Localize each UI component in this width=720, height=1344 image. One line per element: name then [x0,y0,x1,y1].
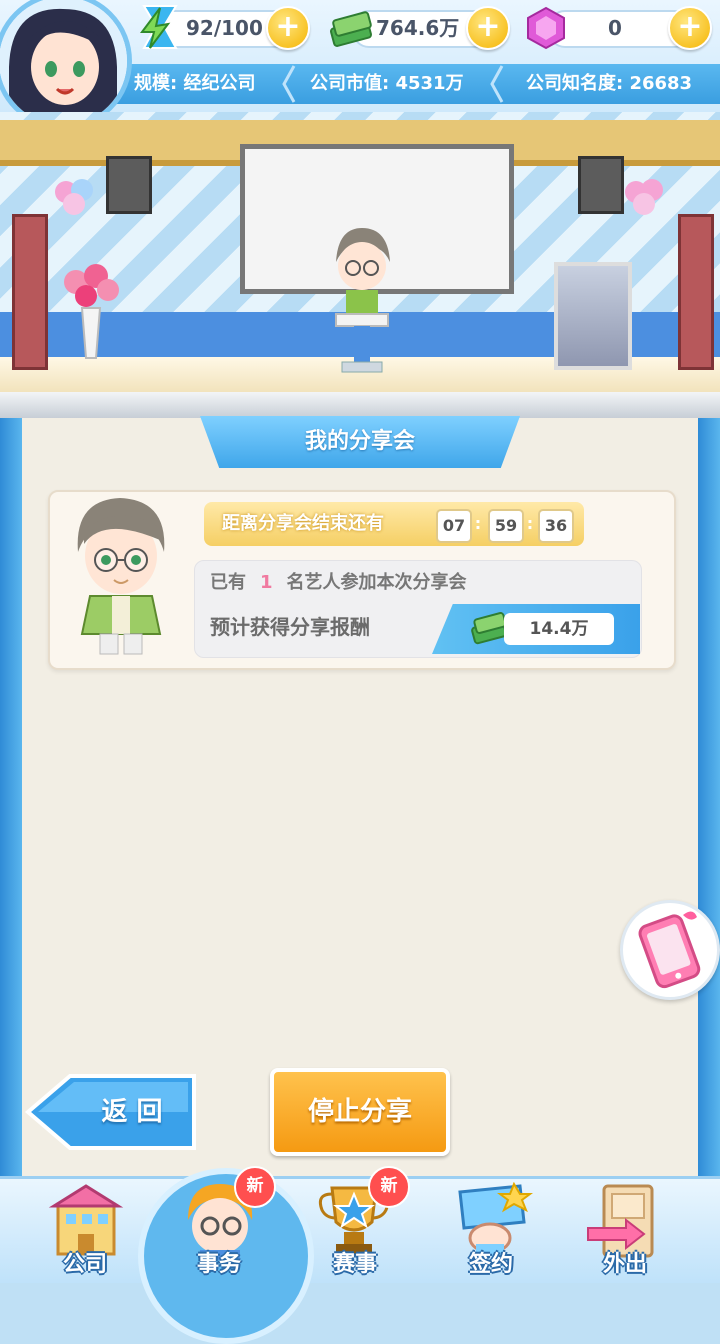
back-button-label: 返 回 [101,1097,163,1127]
energy-hourglass-icon [140,5,178,49]
host-character-portrait [77,498,165,655]
flower-vase-icon [64,264,119,359]
nav-label: 签约 [468,1252,513,1277]
countdown-label: 距离分享会结束还有 [222,513,384,534]
nav-item-affairs[interactable]: 新 事务 [164,1166,276,1280]
participants-suffix: 名艺人参加本次分享会 [286,572,467,593]
add-money-button[interactable]: + [466,6,510,50]
phone-button[interactable] [620,900,720,1000]
stage-scene [0,112,720,392]
nav-label: 外出 [602,1252,647,1277]
stat-divider [282,64,296,104]
nav-item-sign[interactable]: 签约 [436,1178,546,1280]
new-badge: 新 [368,1166,410,1208]
left-rail [0,418,22,1176]
right-rail [698,418,720,1176]
nav-label: 公司 [62,1252,107,1277]
nav-item-events[interactable]: 新 赛事 [300,1166,410,1280]
energy-value: 92/100 [186,16,263,40]
countdown-hours: 07 [436,509,472,543]
balloon-icon [625,179,663,215]
participants-line: 已有 1 名艺人参加本次分享会 [210,568,467,598]
nav-label: 事务 [196,1252,241,1277]
add-energy-button[interactable]: + [266,6,310,50]
time-colon: : [474,514,482,533]
reward-label: 预计获得分享报酬 [210,615,370,639]
gem-value: 0 [608,16,622,40]
new-badge: 新 [234,1166,276,1208]
stage-door [678,214,714,370]
nav-item-company[interactable]: 公司 [30,1178,140,1280]
reward-value: 14.4万 [504,613,614,645]
stage-door [12,214,48,370]
stat-divider [490,64,504,104]
stop-button-label: 停止分享 [307,1097,412,1127]
phone-icon [638,911,701,989]
add-gem-button[interactable]: + [668,6,712,50]
speaker-icon [578,156,624,214]
stop-sharing-button[interactable]: 停止分享 [270,1068,450,1156]
speaker-character [335,228,390,373]
participants-prefix: 已有 [210,572,246,593]
countdown-minutes: 59 [488,509,524,543]
balloon-icon [55,179,93,215]
nav-label: 赛事 [332,1252,377,1277]
company-scale: 规模: 经纪公司 [134,73,256,94]
money-value: 764.6万 [376,16,460,40]
company-market-value: 公司市值: 4531万 [310,73,464,94]
countdown-seconds: 36 [538,509,574,543]
company-fame: 公司知名度: 26683 [526,73,693,94]
panel-title: 我的分享会 [304,429,415,454]
participants-count: 1 [260,572,273,593]
back-button[interactable]: 返 回 [22,1068,200,1156]
time-colon: : [526,514,534,533]
money-stack-icon [329,11,373,47]
speaker-icon [106,156,152,214]
poster-board [554,262,632,370]
nav-item-outing[interactable]: 外出 [570,1178,680,1280]
